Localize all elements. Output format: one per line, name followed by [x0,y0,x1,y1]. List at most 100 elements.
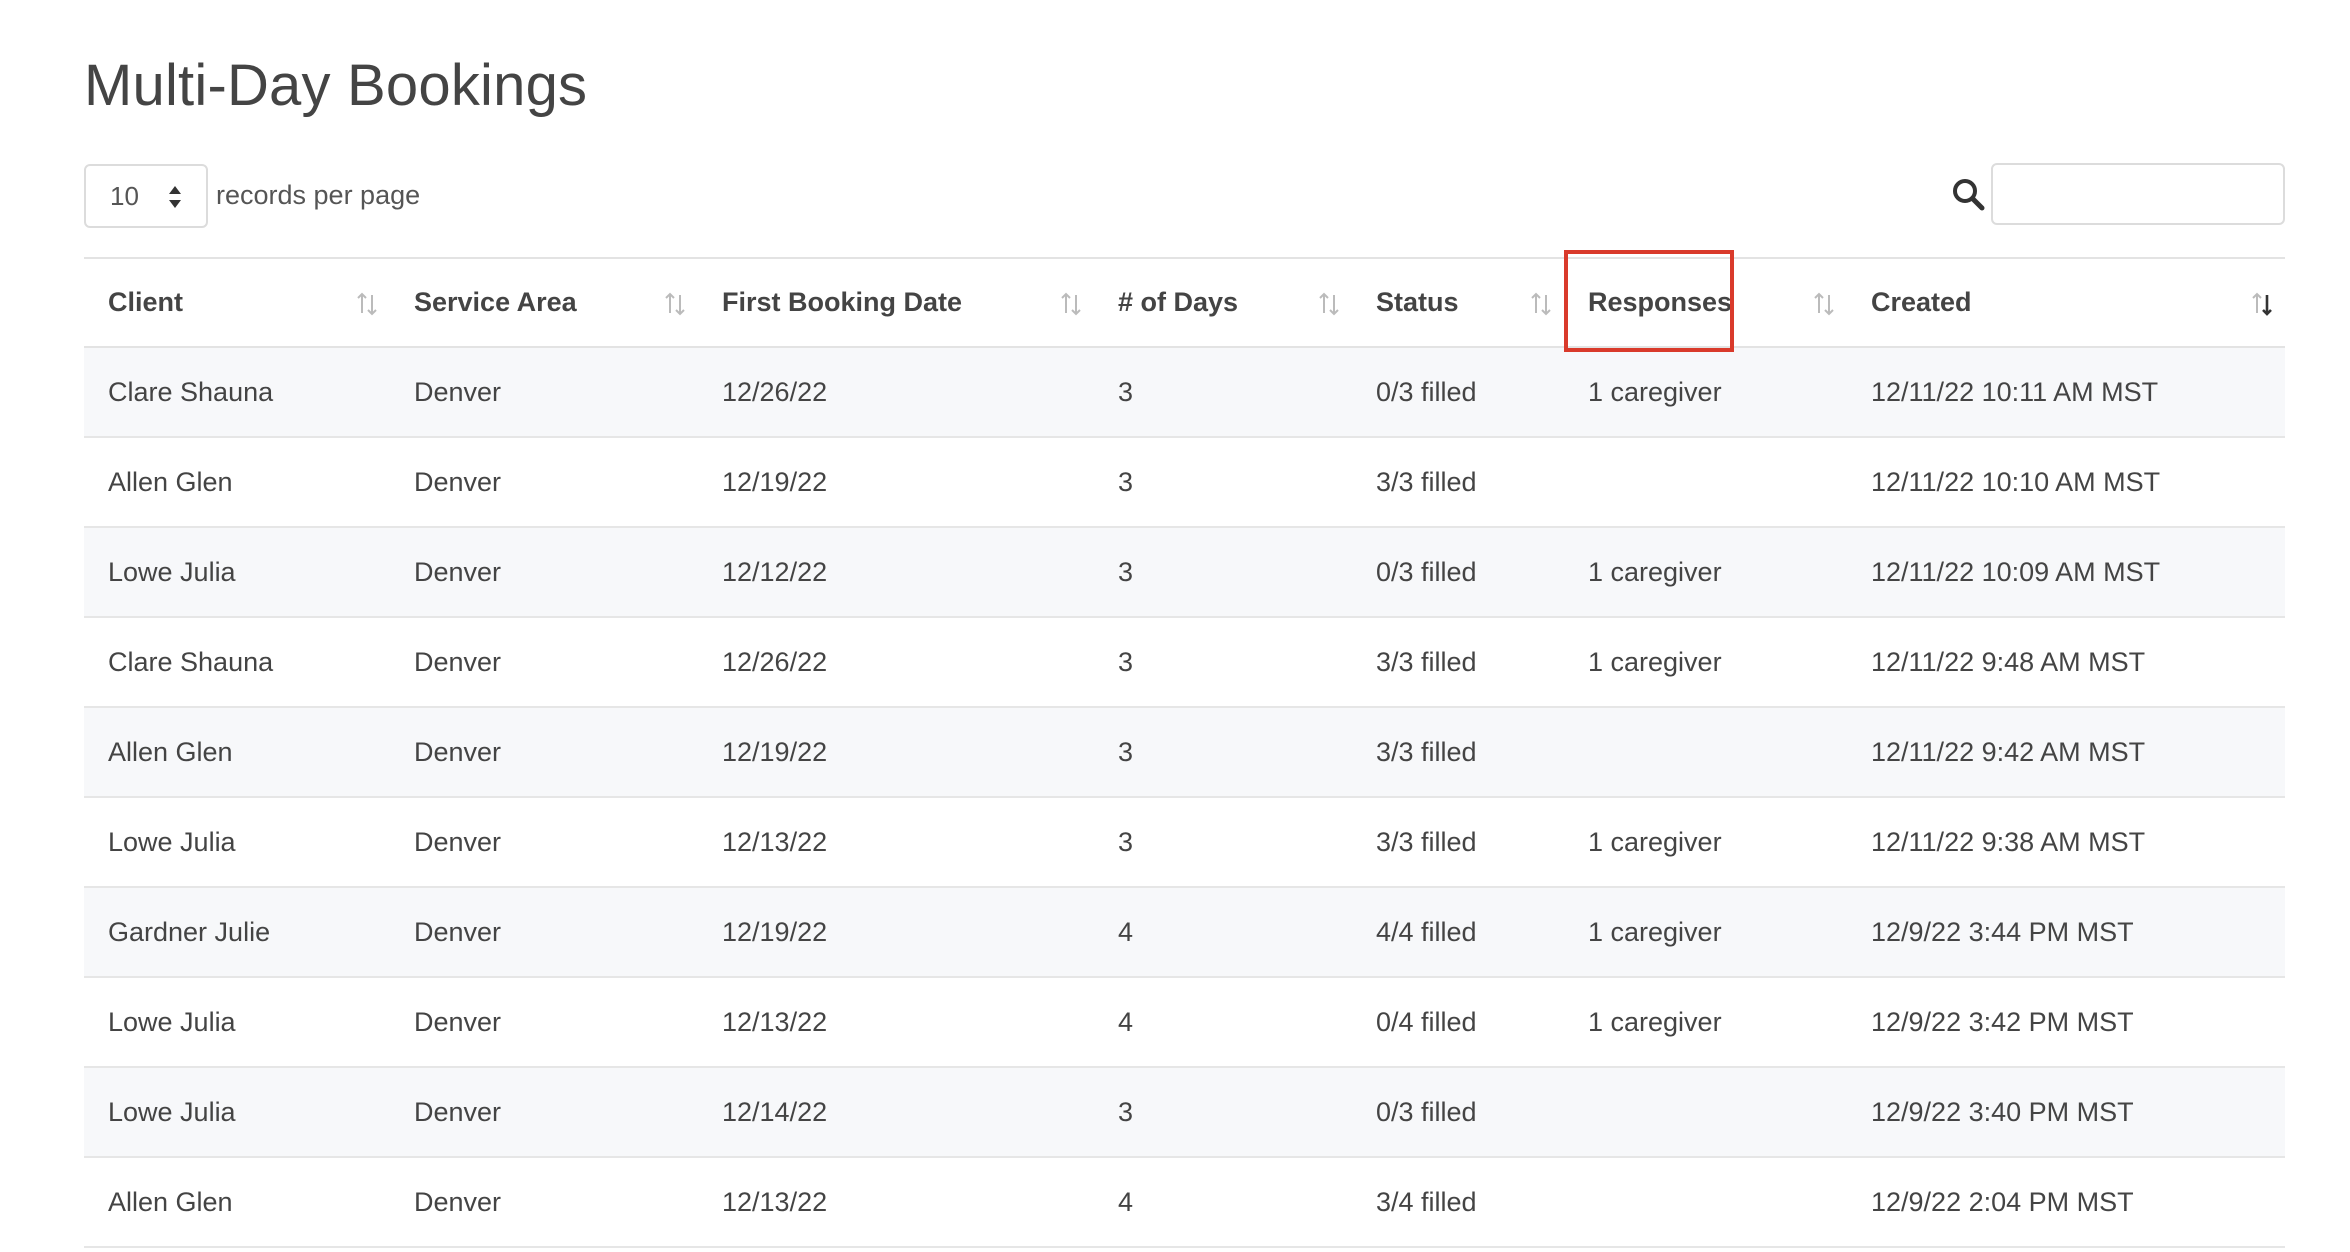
cell-status: 0/3 filled [1352,347,1564,438]
cell-client: Lowe Julia [84,1067,390,1158]
column-header-status[interactable]: Status [1352,257,1564,348]
cell-client: Lowe Julia [84,977,390,1068]
cell-num-days: 4 [1094,1157,1352,1248]
cell-responses [1564,1157,1847,1248]
cell-service-area: Denver [390,707,698,798]
cell-service-area: Denver [390,347,698,438]
cell-client: Gardner Julie [84,887,390,978]
cell-status: 4/4 filled [1352,887,1564,978]
sort-icon[interactable] [1058,291,1084,317]
cell-status: 3/3 filled [1352,707,1564,798]
table-header-row: Client Service Area First Booking Date # of… [84,257,2285,348]
cell-created: 12/9/22 3:40 PM MST [1847,1067,2285,1158]
table-row[interactable]: Lowe Julia Denver 12/13/22 4 0/4 filled 1 car… [84,977,2285,1068]
column-header-label: Responses [1588,287,1733,317]
table-row[interactable]: Lowe Julia Denver 12/13/22 3 3/3 filled 1 car… [84,797,2285,888]
table-row[interactable]: Allen Glen Denver 12/19/22 3 3/3 filled 12/11… [84,437,2285,528]
cell-status: 3/3 filled [1352,437,1564,528]
cell-responses: 1 caregiver [1564,977,1847,1068]
cell-service-area: Denver [390,617,698,708]
cell-service-area: Denver [390,437,698,528]
page: Multi-Day Bookings 10 records per page C… [0,0,2350,1252]
cell-status: 3/3 filled [1352,617,1564,708]
cell-num-days: 4 [1094,977,1352,1068]
sort-icon[interactable] [662,291,688,317]
column-header-label: # of Days [1118,287,1239,317]
cell-service-area: Denver [390,1157,698,1248]
sort-icon[interactable] [1316,291,1342,317]
column-header-label: Status [1376,287,1459,317]
sort-icon[interactable] [1811,291,1837,317]
table-row[interactable]: Lowe Julia Denver 12/14/22 3 0/3 filled 12/9/… [84,1067,2285,1158]
records-per-page-label: records per page [216,180,421,210]
cell-num-days: 3 [1094,617,1352,708]
cell-responses [1564,437,1847,528]
cell-client: Lowe Julia [84,527,390,618]
table-row[interactable]: Allen Glen Denver 12/13/22 4 3/4 filled 12/9/… [84,1157,2285,1248]
cell-num-days: 3 [1094,527,1352,618]
cell-client: Allen Glen [84,707,390,798]
column-header-label: Service Area [414,287,577,317]
cell-status: 0/3 filled [1352,1067,1564,1158]
cell-status: 0/4 filled [1352,977,1564,1068]
cell-created: 12/11/22 10:10 AM MST [1847,437,2285,528]
search-input[interactable] [1991,163,2285,225]
column-header-first-booking-date[interactable]: First Booking Date [698,257,1094,348]
column-header-label: Created [1871,287,1972,317]
page-title: Multi-Day Bookings [84,53,588,118]
cell-created: 12/11/22 9:42 AM MST [1847,707,2285,798]
cell-responses: 1 caregiver [1564,347,1847,438]
records-per-page-select[interactable]: 10 [84,164,208,228]
cell-first-booking-date: 12/13/22 [698,1157,1094,1248]
search-icon[interactable] [1951,177,1985,211]
table-row[interactable]: Lowe Julia Denver 12/12/22 3 0/3 filled 1 car… [84,527,2285,618]
cell-status: 0/3 filled [1352,527,1564,618]
cell-first-booking-date: 12/12/22 [698,527,1094,618]
bookings-table-container: Client Service Area First Booking Date # of… [84,257,2285,1248]
sort-icon[interactable] [354,291,380,317]
column-header-responses[interactable]: Responses [1564,257,1847,348]
cell-responses: 1 caregiver [1564,617,1847,708]
select-arrows-icon [169,186,181,208]
cell-responses [1564,1067,1847,1158]
cell-first-booking-date: 12/19/22 [698,707,1094,798]
table-row[interactable]: Gardner Julie Denver 12/19/22 4 4/4 filled 1 … [84,887,2285,978]
cell-service-area: Denver [390,887,698,978]
table-row[interactable]: Allen Glen Denver 12/19/22 3 3/3 filled 12/11… [84,707,2285,798]
cell-client: Clare Shauna [84,617,390,708]
cell-first-booking-date: 12/26/22 [698,617,1094,708]
column-header-num-days[interactable]: # of Days [1094,257,1352,348]
sort-icon[interactable] [2249,291,2275,317]
bookings-table: Client Service Area First Booking Date # of… [84,257,2285,1248]
cell-num-days: 3 [1094,347,1352,438]
table-row[interactable]: Clare Shauna Denver 12/26/22 3 0/3 filled 1 c… [84,347,2285,438]
table-body: Clare Shauna Denver 12/26/22 3 0/3 filled 1 c… [84,347,2285,1248]
cell-client: Lowe Julia [84,797,390,888]
sort-icon[interactable] [1528,291,1554,317]
cell-num-days: 3 [1094,707,1352,798]
cell-created: 12/11/22 9:48 AM MST [1847,617,2285,708]
column-header-service-area[interactable]: Service Area [390,257,698,348]
cell-first-booking-date: 12/26/22 [698,347,1094,438]
cell-num-days: 3 [1094,797,1352,888]
column-header-created[interactable]: Created [1847,257,2285,348]
cell-first-booking-date: 12/13/22 [698,797,1094,888]
cell-responses: 1 caregiver [1564,527,1847,618]
cell-first-booking-date: 12/19/22 [698,887,1094,978]
cell-first-booking-date: 12/19/22 [698,437,1094,528]
cell-client: Allen Glen [84,437,390,528]
cell-service-area: Denver [390,527,698,618]
column-header-label: Client [108,287,184,317]
cell-num-days: 3 [1094,437,1352,528]
cell-status: 3/4 filled [1352,1157,1564,1248]
column-header-client[interactable]: Client [84,257,390,348]
table-row[interactable]: Clare Shauna Denver 12/26/22 3 3/3 filled 1 c… [84,617,2285,708]
cell-created: 12/9/22 3:44 PM MST [1847,887,2285,978]
cell-num-days: 4 [1094,887,1352,978]
cell-status: 3/3 filled [1352,797,1564,888]
cell-created: 12/11/22 9:38 AM MST [1847,797,2285,888]
column-header-label: First Booking Date [722,287,963,317]
cell-responses: 1 caregiver [1564,797,1847,888]
cell-responses [1564,707,1847,798]
cell-created: 12/9/22 2:04 PM MST [1847,1157,2285,1248]
